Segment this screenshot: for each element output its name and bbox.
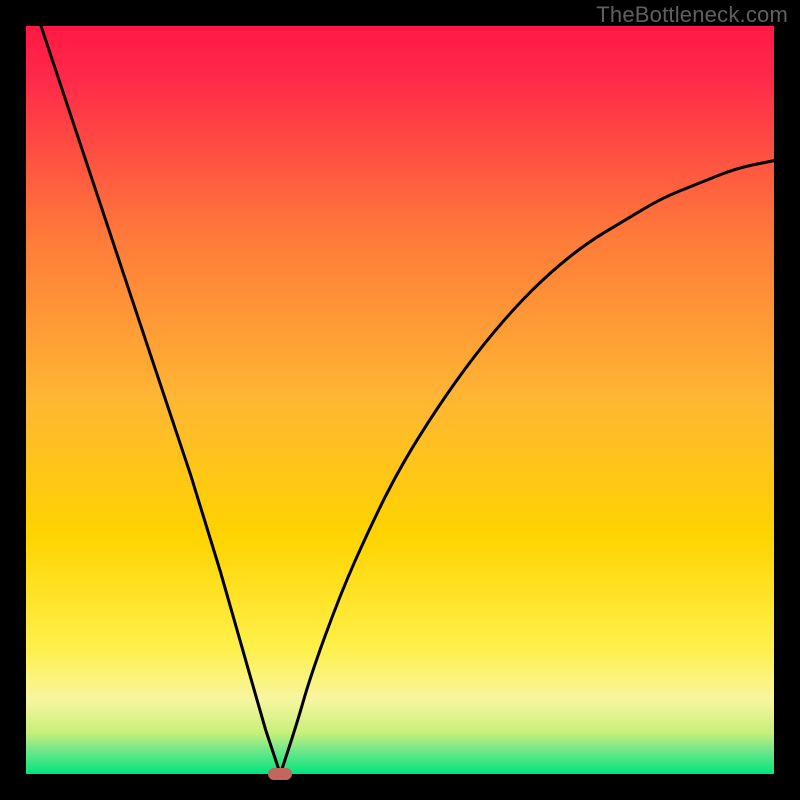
chart-frame: TheBottleneck.com <box>0 0 800 800</box>
optimal-point-marker <box>268 768 292 780</box>
bottleneck-curve <box>26 26 774 774</box>
plot-area <box>26 26 774 774</box>
watermark-text: TheBottleneck.com <box>596 2 788 28</box>
